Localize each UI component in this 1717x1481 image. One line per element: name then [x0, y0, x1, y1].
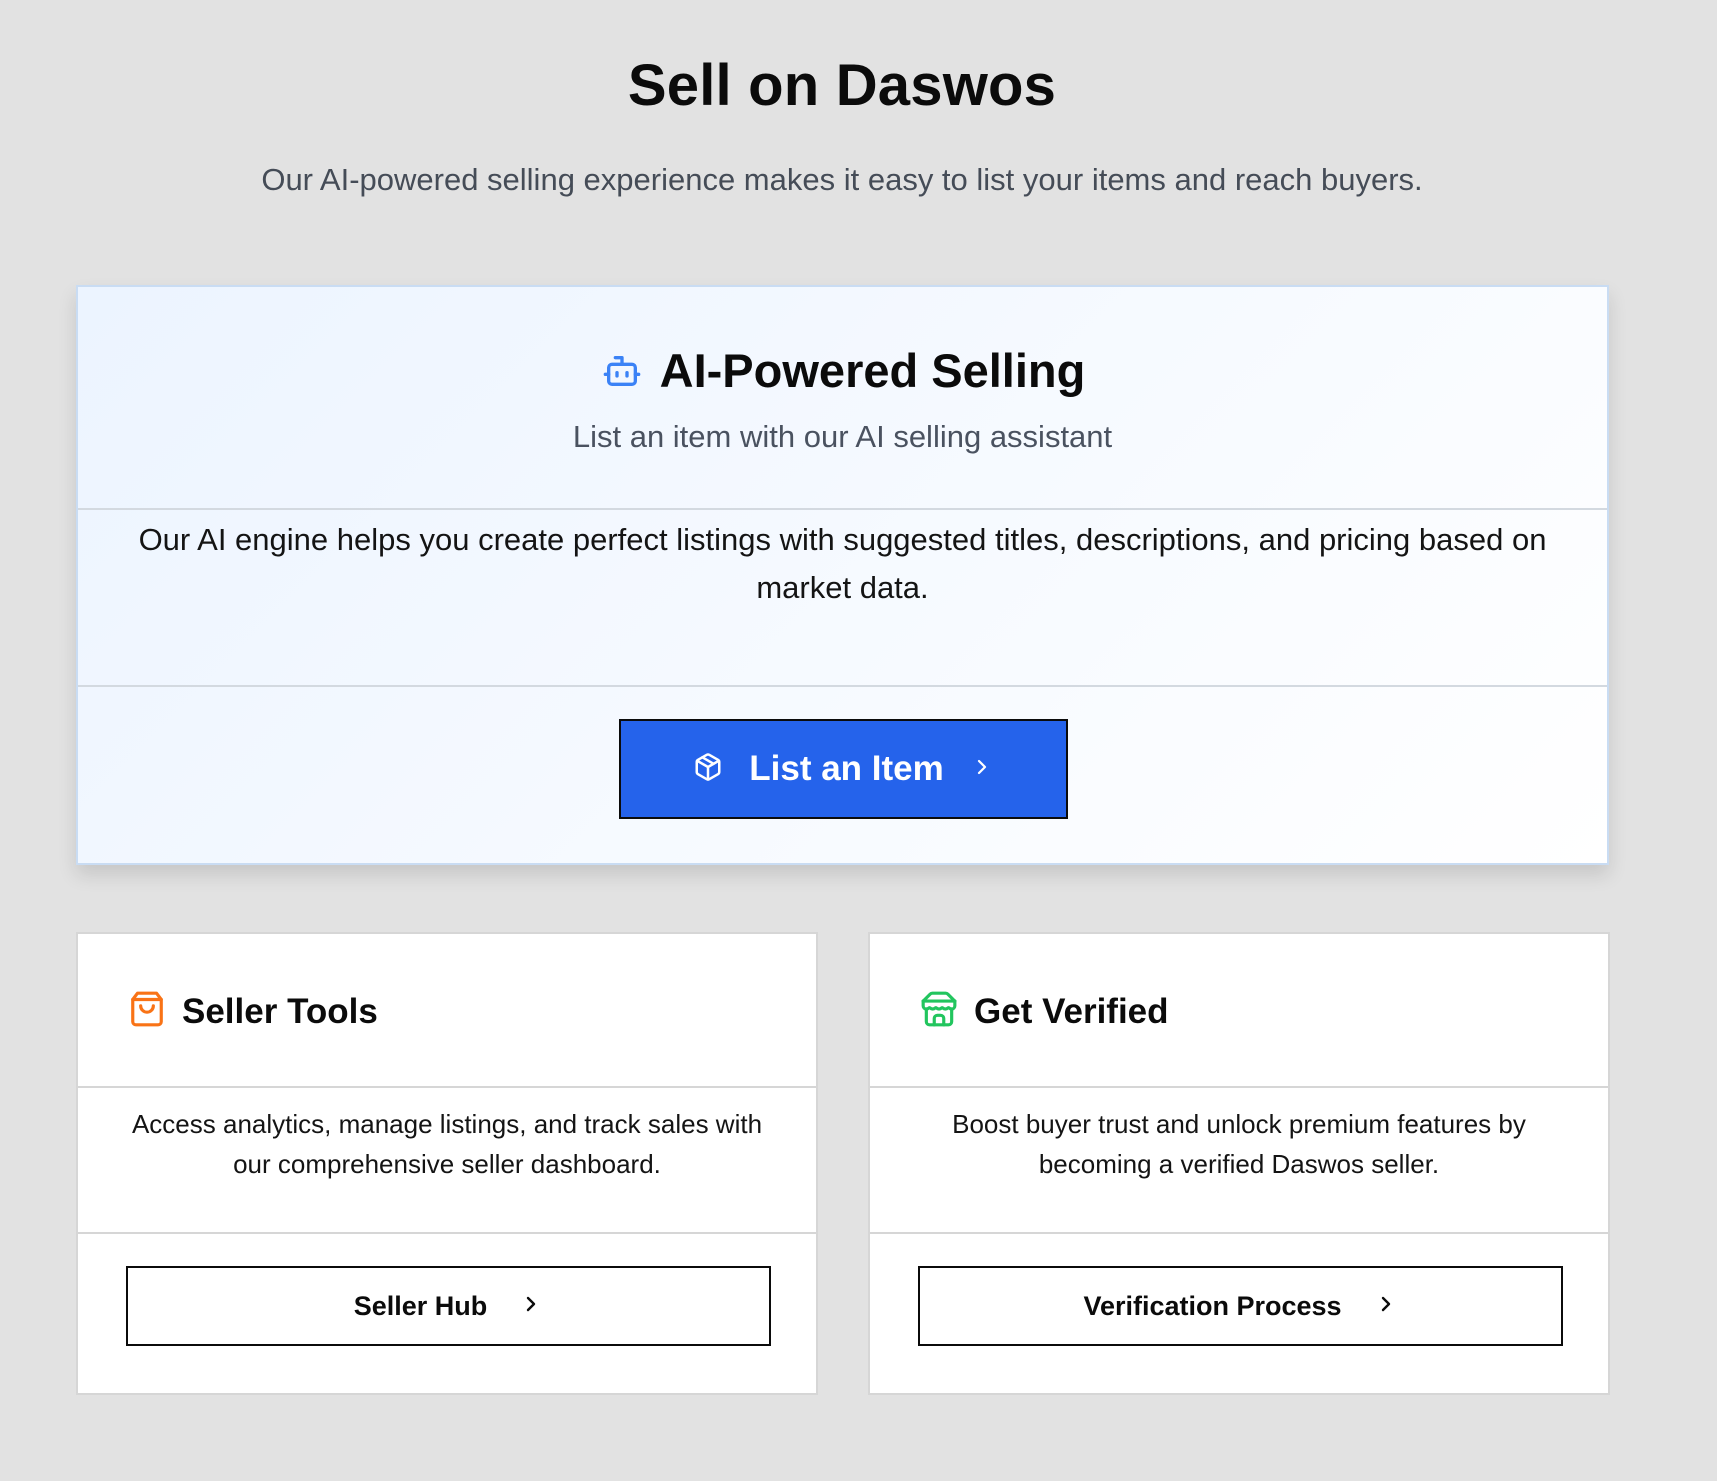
ai-card-title-row: AI-Powered Selling: [78, 343, 1607, 398]
seller-tools-footer: Seller Hub: [78, 1234, 816, 1393]
seller-tools-body: Access analytics, manage listings, and t…: [78, 1086, 816, 1234]
list-an-item-button[interactable]: List an Item: [619, 719, 1068, 819]
seller-hub-label: Seller Hub: [353, 1290, 488, 1321]
ai-selling-card: AI-Powered Selling List an item with our…: [76, 285, 1609, 865]
get-verified-title-row: Get Verified: [920, 990, 1169, 1033]
package-icon: [693, 752, 723, 787]
get-verified-body: Boost buyer trust and unlock premium fea…: [870, 1086, 1608, 1234]
seller-tools-description: Access analytics, manage listings, and t…: [131, 1109, 763, 1179]
page-title: Sell on Daswos: [627, 53, 1057, 118]
ai-card-subtitle: List an item with our AI selling assista…: [572, 419, 1113, 454]
chevron-right-icon: [970, 755, 994, 784]
get-verified-card: Get Verified Boost buyer trust and unloc…: [868, 932, 1610, 1395]
list-an-item-label: List an Item: [749, 749, 944, 788]
seller-tools-title: Seller Tools: [182, 991, 378, 1031]
chevron-right-icon: [519, 1292, 543, 1321]
seller-tools-title-row: Seller Tools: [128, 990, 378, 1033]
page-subtitle: Our AI-powered selling experience makes …: [261, 162, 1423, 197]
chevron-right-icon: [1374, 1292, 1398, 1321]
ai-card-footer: List an Item: [78, 687, 1607, 863]
verification-process-label: Verification Process: [1083, 1290, 1342, 1321]
seller-tools-card: Seller Tools Access analytics, manage li…: [76, 932, 818, 1395]
get-verified-description: Boost buyer trust and unlock premium fea…: [952, 1109, 1526, 1179]
ai-card-title: AI-Powered Selling: [659, 344, 1086, 397]
seller-tools-header: Seller Tools: [78, 934, 816, 1088]
verification-process-button[interactable]: Verification Process: [918, 1266, 1563, 1346]
get-verified-footer: Verification Process: [870, 1234, 1608, 1393]
get-verified-header: Get Verified: [870, 934, 1608, 1088]
ai-card-body: Our AI engine helps you create perfect l…: [78, 508, 1607, 687]
store-icon: [920, 990, 958, 1033]
shopping-bag-icon: [128, 990, 166, 1033]
ai-card-header: AI-Powered Selling List an item with our…: [78, 287, 1607, 510]
ai-card-description: Our AI engine helps you create perfect l…: [138, 522, 1547, 605]
seller-hub-button[interactable]: Seller Hub: [126, 1266, 771, 1346]
get-verified-title: Get Verified: [974, 991, 1169, 1031]
bot-icon: [600, 351, 644, 391]
